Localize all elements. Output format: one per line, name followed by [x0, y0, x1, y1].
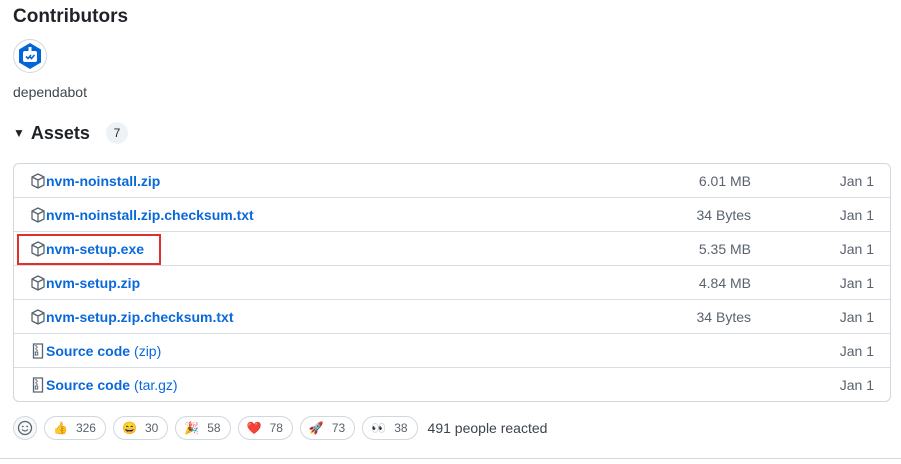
laugh-icon: 😄 [121, 421, 137, 435]
contributor-avatar[interactable] [13, 39, 47, 73]
reaction-hooray[interactable]: 🎉 58 [175, 416, 231, 440]
asset-row: nvm-noinstall.zip.checksum.txt 34 Bytes … [14, 197, 890, 231]
asset-link[interactable]: nvm-noinstall.zip.checksum.txt [31, 198, 254, 231]
contributor-name[interactable]: dependabot [13, 84, 87, 100]
assets-count-badge: 7 [105, 122, 128, 144]
asset-link[interactable]: nvm-setup.zip.checksum.txt [31, 300, 234, 333]
asset-link[interactable]: nvm-setup.zip [31, 266, 140, 299]
reaction-thumbs-up[interactable]: 👍 326 [44, 416, 106, 440]
asset-size: 34 Bytes [696, 308, 751, 325]
asset-link[interactable]: nvm-noinstall.zip [31, 164, 160, 197]
package-icon [31, 240, 45, 257]
divider [0, 458, 901, 459]
file-zip-icon [31, 342, 45, 359]
asset-size: 34 Bytes [696, 206, 751, 223]
assets-list: nvm-noinstall.zip 6.01 MB Jan 1 nvm-noin… [13, 163, 891, 402]
asset-date: Jan 1 [839, 206, 874, 223]
asset-date: Jan 1 [839, 240, 874, 257]
contributors-heading: Contributors [13, 6, 129, 27]
asset-date: Jan 1 [839, 274, 874, 291]
eyes-icon: 👀 [371, 421, 387, 435]
hooray-icon: 🎉 [184, 421, 200, 435]
asset-date: Jan 1 [839, 376, 874, 393]
assets-title: Assets [30, 122, 90, 143]
asset-row: nvm-noinstall.zip 6.01 MB Jan 1 [14, 164, 890, 197]
add-reaction-button[interactable] [13, 416, 37, 440]
package-icon [31, 274, 45, 291]
asset-row: nvm-setup.zip.checksum.txt 34 Bytes Jan … [14, 299, 890, 333]
rocket-icon: 🚀 [308, 421, 324, 435]
package-icon [31, 172, 45, 189]
asset-link[interactable]: nvm-setup.exe [31, 232, 144, 265]
reactions-summary: 491 people reacted [427, 420, 548, 436]
asset-row: Source code (zip) Jan 1 [14, 333, 890, 367]
reaction-heart[interactable]: ❤️ 78 [237, 416, 293, 440]
reaction-rocket[interactable]: 🚀 73 [299, 416, 356, 440]
asset-date: Jan 1 [839, 172, 874, 189]
asset-date: Jan 1 [839, 342, 874, 359]
reactions-bar: 👍 326 😄 30 🎉 58 ❤️ 78 🚀 73 👀 38 491 people rea… [13, 416, 547, 440]
thumbs-up-icon: 👍 [53, 421, 68, 435]
asset-date: Jan 1 [839, 308, 874, 325]
asset-size: 5.35 MB [698, 240, 751, 257]
asset-row: nvm-setup.exe 5.35 MB Jan 1 [14, 231, 890, 265]
asset-row: nvm-setup.zip 4.84 MB Jan 1 [14, 265, 890, 299]
dependabot-icon [19, 43, 41, 69]
smiley-icon [17, 420, 33, 436]
reaction-laugh[interactable]: 😄 30 [112, 416, 169, 440]
asset-link[interactable]: Source code (zip) [31, 334, 161, 367]
asset-row: Source code (tar.gz) Jan 1 [14, 367, 890, 401]
reaction-eyes[interactable]: 👀 38 [362, 416, 418, 440]
heart-icon: ❤️ [246, 421, 262, 435]
asset-link[interactable]: Source code (tar.gz) [31, 368, 178, 401]
triangle-down-icon: ▼ [13, 126, 25, 140]
asset-size: 6.01 MB [698, 172, 751, 189]
package-icon [31, 308, 45, 325]
assets-toggle[interactable]: ▼ Assets 7 [13, 122, 128, 144]
file-zip-icon [31, 376, 45, 393]
package-icon [31, 206, 45, 223]
asset-size: 4.84 MB [698, 274, 751, 291]
